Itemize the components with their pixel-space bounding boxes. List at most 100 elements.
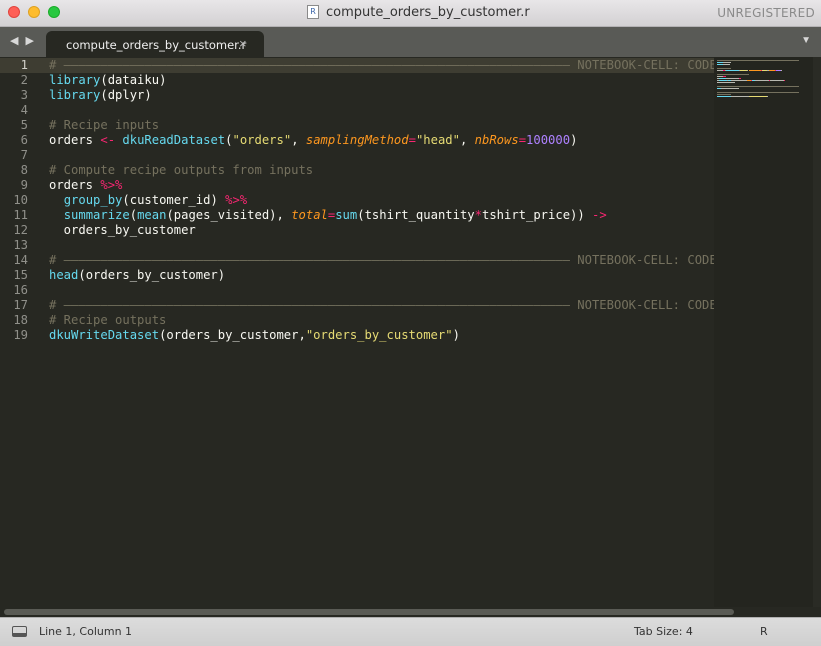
code-token: library [49, 88, 101, 102]
code-token: (orders_by_customer) [78, 268, 226, 282]
code-line[interactable]: library(dataiku) [49, 73, 166, 88]
window-title: compute_orders_by_customer.r [326, 5, 530, 20]
code-line[interactable]: group_by(customer_id) %>% [49, 193, 247, 208]
minimap-token [780, 70, 782, 71]
line-number: 1 [20, 58, 28, 72]
zoom-window-button[interactable] [48, 6, 60, 18]
minimap-token [717, 74, 750, 75]
line-number: 7 [20, 148, 28, 162]
code-token: library [49, 73, 101, 87]
tab-size-setting[interactable]: Tab Size: 4 [634, 625, 693, 638]
code-line[interactable]: orders_by_customer [49, 223, 196, 238]
code-line[interactable]: # Recipe outputs [49, 313, 166, 328]
code-line[interactable]: # ——————————————————————————————————————… [49, 298, 714, 313]
code-token: "orders_by_customer" [305, 328, 453, 342]
minimap-token [717, 60, 799, 61]
code-line[interactable]: library(dplyr) [49, 88, 152, 103]
line-number: 6 [20, 133, 28, 147]
line-number-gutter: 1 2 3 4 5 6 7 8 9 10 11 12 13 14 15 16 17 18 19 [0, 57, 36, 607]
line-number: 18 [13, 313, 28, 327]
minimap-token [717, 86, 799, 87]
minimap[interactable] [714, 57, 813, 607]
line-number: 11 [13, 208, 28, 222]
tab-list-menu-icon[interactable]: ▼ [801, 35, 811, 46]
minimap-token [720, 88, 739, 89]
line-number: 4 [20, 103, 28, 117]
line-number: 2 [20, 73, 28, 87]
code-token: orders_by_customer [49, 223, 196, 237]
minimap-token [783, 80, 786, 81]
code-token: orders [49, 133, 101, 147]
minimap-token [770, 80, 784, 81]
code-line[interactable]: # Recipe inputs [49, 118, 159, 133]
minimap-token [730, 96, 749, 97]
code-line[interactable]: # ——————————————————————————————————————… [49, 253, 714, 268]
tab-bar: ◀ ▶ compute_orders_by_customer.r × ▼ [0, 27, 821, 57]
minimap-token [717, 94, 732, 95]
line-number: 13 [13, 238, 28, 252]
minimap-token [717, 96, 731, 97]
code-token: total [291, 208, 328, 222]
minimap-token [726, 78, 739, 79]
code-line[interactable]: summarize(mean(pages_visited), total=sum… [49, 208, 607, 223]
code-line[interactable]: # Compute recipe outputs from inputs [49, 163, 313, 178]
code-token: # ——————————————————————————————————————… [49, 58, 714, 72]
line-number: 9 [20, 178, 28, 192]
code-token: (orders_by_customer, [159, 328, 306, 342]
close-window-button[interactable] [8, 6, 20, 18]
code-token: summarize [63, 208, 130, 222]
minimap-token [754, 80, 770, 81]
tab-nav-arrows-icon[interactable]: ◀ ▶ [10, 34, 36, 47]
minimap-token [717, 68, 731, 69]
line-number: 16 [13, 283, 28, 297]
code-token: %>% [225, 193, 248, 207]
minimap-token [718, 78, 726, 79]
code-token: %>% [100, 178, 123, 192]
code-token: # Recipe inputs [49, 118, 160, 132]
line-number: 15 [13, 268, 28, 282]
horizontal-scrollbar[interactable] [0, 607, 821, 617]
code-line[interactable]: dkuWriteDataset(orders_by_customer,"orde… [49, 328, 460, 343]
horizontal-scroll-thumb[interactable] [4, 609, 734, 615]
code-token: 100000 [526, 133, 571, 147]
minimap-token [726, 70, 739, 71]
code-token: tshirt_price)) [481, 208, 593, 222]
toggle-panel-icon[interactable] [12, 626, 27, 637]
line-number: 14 [13, 253, 28, 267]
code-line[interactable]: orders %>% [49, 178, 122, 193]
minimap-token [723, 62, 732, 63]
minimize-window-button[interactable] [28, 6, 40, 18]
code-token: ( [129, 208, 138, 222]
line-number: 8 [20, 163, 28, 177]
code-token: * [474, 208, 482, 222]
minimap-token [731, 80, 747, 81]
code-token: <- [100, 133, 116, 147]
cursor-position: Line 1, Column 1 [39, 625, 133, 638]
code-token: , [459, 133, 475, 147]
tab-compute-orders[interactable]: compute_orders_by_customer.r × [46, 31, 264, 57]
code-token: (customer_id) [122, 193, 226, 207]
syntax-setting[interactable]: R [760, 625, 768, 638]
line-number: 12 [13, 223, 28, 237]
code-token: samplingMethod [305, 133, 409, 147]
minimap-token [738, 78, 742, 79]
code-token: # Recipe outputs [49, 313, 167, 327]
line-number: 5 [20, 118, 28, 132]
minimap-token [717, 92, 799, 93]
minimap-token [723, 64, 730, 65]
line-number: 19 [13, 328, 28, 342]
code-editor[interactable]: 1 2 3 4 5 6 7 8 9 10 11 12 13 14 15 16 17 18 19 # ————————… [0, 57, 714, 607]
code-token: nbRows [474, 133, 519, 147]
tab-close-icon[interactable]: × [239, 36, 247, 51]
code-line[interactable]: head(orders_by_customer) [49, 268, 225, 283]
code-line[interactable]: # ——————————————————————————————————————… [49, 58, 714, 73]
code-token: # Compute recipe outputs from inputs [49, 163, 314, 177]
code-line[interactable]: orders <- dkuReadDataset("orders", sampl… [49, 133, 577, 148]
minimap-token [718, 80, 727, 81]
code-token: -> [592, 208, 607, 222]
line-number: 17 [13, 298, 28, 312]
editor-window: R compute_orders_by_customer.r UNREGISTE… [0, 0, 821, 646]
vertical-scrollbar[interactable] [813, 57, 821, 607]
